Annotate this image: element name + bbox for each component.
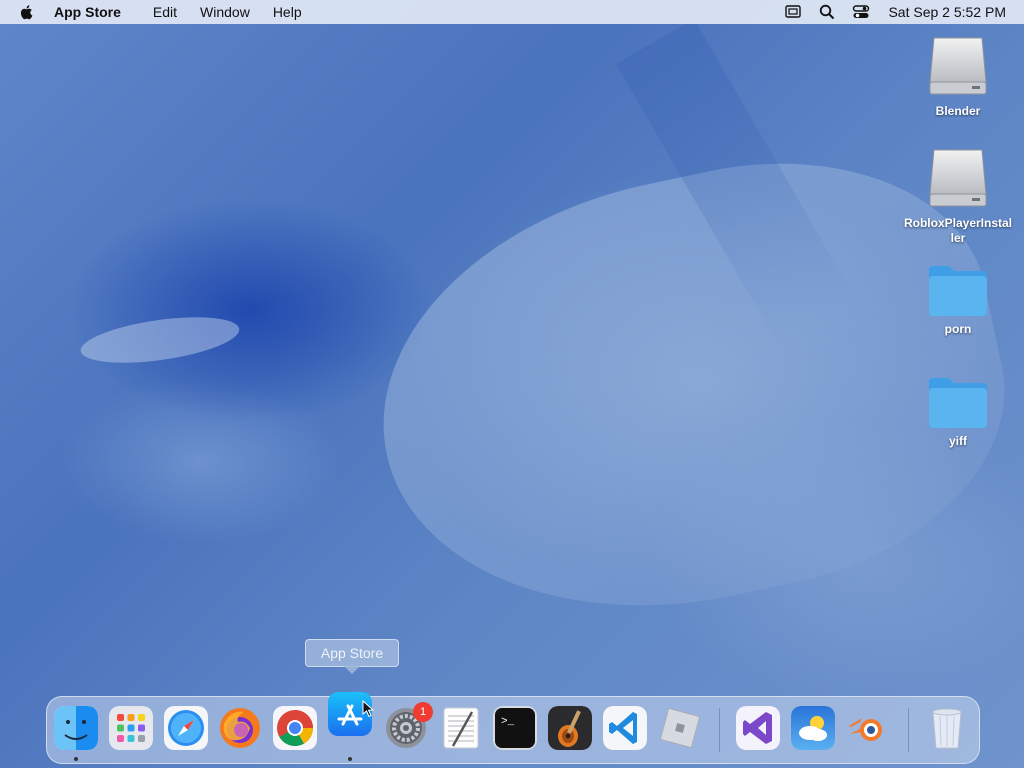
dock-textedit-icon[interactable] bbox=[439, 706, 483, 750]
dock-tooltip: App Store bbox=[305, 639, 399, 674]
desktop-item-label: yiff bbox=[949, 434, 967, 448]
mouse-cursor-icon bbox=[362, 699, 375, 718]
desktop-drive-blender[interactable]: Blender bbox=[898, 36, 1018, 119]
screen-mirroring-icon[interactable] bbox=[784, 3, 802, 21]
dock-separator bbox=[908, 708, 909, 752]
dock-running-indicator bbox=[74, 757, 78, 761]
control-center-icon[interactable] bbox=[852, 3, 870, 21]
desktop-item-label: porn bbox=[944, 322, 972, 336]
tooltip-arrow bbox=[344, 666, 360, 674]
folder-icon bbox=[927, 264, 989, 316]
notification-badge: 1 bbox=[413, 702, 433, 722]
menu-edit[interactable]: Edit bbox=[153, 0, 177, 24]
menu-clock[interactable]: Sat Sep 2 5:52 PM bbox=[888, 4, 1006, 20]
wallpaper-shape bbox=[616, 18, 854, 342]
wallpaper-shape bbox=[77, 309, 243, 371]
dock-chrome-icon[interactable] bbox=[273, 706, 317, 750]
svg-text:>_: >_ bbox=[501, 716, 515, 728]
dock-running-indicator bbox=[348, 757, 352, 761]
dock-trash-icon[interactable] bbox=[925, 706, 969, 750]
menu-bar: App Store Edit Window Help Sat Sep 2 5:5… bbox=[0, 0, 1024, 24]
desktop-item-label: RobloxPlayerInstal ler bbox=[903, 216, 1013, 245]
dock-terminal-icon[interactable]: >_ bbox=[493, 706, 537, 750]
menu-app-name[interactable]: App Store bbox=[54, 0, 121, 24]
dock-weather-icon[interactable] bbox=[791, 706, 835, 750]
dock-safari-icon[interactable] bbox=[164, 706, 208, 750]
menu-help[interactable]: Help bbox=[273, 0, 302, 24]
desktop-folder-yiff[interactable]: yiff bbox=[898, 376, 1018, 449]
menu-window[interactable]: Window bbox=[200, 0, 250, 24]
drive-icon bbox=[928, 36, 988, 98]
tooltip-text: App Store bbox=[320, 645, 384, 661]
dock-launchpad-icon[interactable] bbox=[109, 706, 153, 750]
dock-finder-icon[interactable] bbox=[54, 706, 98, 750]
apple-logo-icon[interactable] bbox=[18, 3, 36, 21]
dock-garageband-icon[interactable] bbox=[548, 706, 592, 750]
dock-visual-studio-icon[interactable] bbox=[736, 706, 780, 750]
folder-icon bbox=[927, 376, 989, 428]
dock-separator bbox=[719, 708, 720, 752]
desktop-item-label: Blender bbox=[935, 104, 981, 118]
drive-icon bbox=[928, 148, 988, 210]
desktop-drive-roblox-installer[interactable]: RobloxPlayerInstal ler bbox=[898, 148, 1018, 246]
dock-blender-icon[interactable] bbox=[846, 706, 890, 750]
dock-roblox-icon[interactable] bbox=[658, 706, 702, 750]
desktop-folder-porn[interactable]: porn bbox=[898, 264, 1018, 337]
dock-firefox-icon[interactable] bbox=[218, 706, 262, 750]
dock-vscode-icon[interactable] bbox=[603, 706, 647, 750]
spotlight-search-icon[interactable] bbox=[818, 3, 836, 21]
